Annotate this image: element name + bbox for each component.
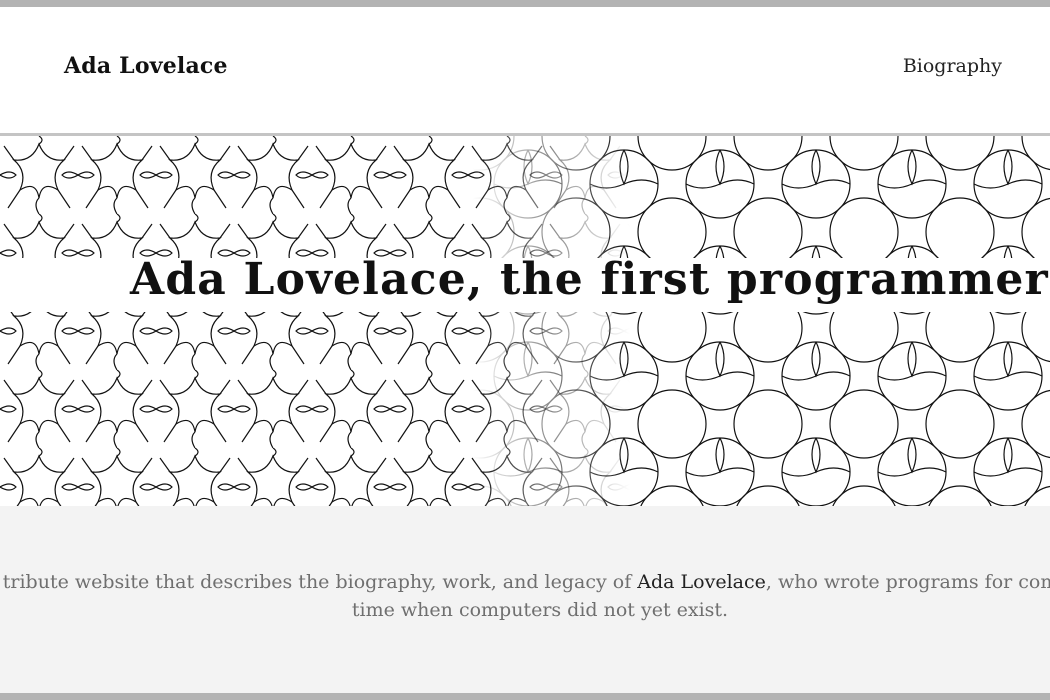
intro-paragraph: This is a tribute website that describes… — [0, 568, 1050, 624]
page: Ada Lovelace Biography Ada Lovelace, the… — [0, 0, 1050, 700]
intro-name-highlight: Ada Lovelace — [637, 571, 766, 593]
site-header: Ada Lovelace Biography — [0, 7, 1050, 136]
hero-section: Ada Lovelace, the first programmer in hi… — [0, 136, 1050, 506]
intro-text-before: This is a tribute website that describes… — [0, 571, 632, 593]
nav-link-biography[interactable]: Biography — [903, 55, 1002, 77]
top-border — [0, 0, 1050, 7]
site-logo-link[interactable]: Ada Lovelace — [64, 53, 228, 79]
hero-pattern-background — [0, 136, 1050, 506]
intro-section: This is a tribute website that describes… — [0, 506, 1050, 693]
bottom-border — [0, 693, 1050, 700]
hero-title: Ada Lovelace, the first programmer in hi… — [130, 254, 1050, 305]
